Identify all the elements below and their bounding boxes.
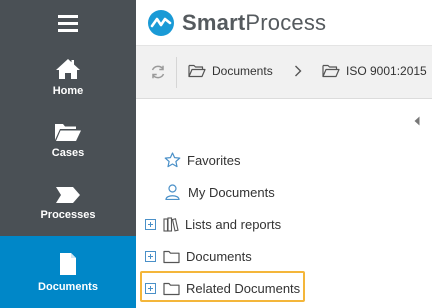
folder-icon [163, 250, 180, 263]
star-icon [164, 152, 181, 168]
top-bar: SmartProcess [136, 0, 432, 46]
nav-label: Cases [51, 147, 85, 159]
tree-item-documents[interactable]: Documents [145, 249, 252, 264]
brand-logo[interactable]: SmartProcess [146, 9, 326, 37]
hamburger-menu-button[interactable] [0, 0, 136, 46]
document-icon [60, 252, 76, 275]
hamburger-icon [58, 15, 78, 32]
folder-open-icon [55, 124, 81, 141]
tree-item-my-documents[interactable]: My Documents [165, 184, 275, 200]
books-icon [163, 217, 179, 232]
user-icon [165, 184, 180, 200]
home-icon [56, 59, 80, 79]
nav-item-documents[interactable]: Documents [0, 236, 136, 308]
collapse-panel-icon[interactable] [414, 116, 420, 126]
breadcrumb-item-documents[interactable]: Documents [188, 64, 273, 78]
breadcrumb-item-iso[interactable]: ISO 9001:2015 [322, 64, 427, 78]
folder-open-icon [188, 64, 206, 78]
document-tree-panel: Favorites My Documents Lists and reports… [136, 99, 432, 308]
nav-item-home[interactable]: Home [0, 46, 136, 109]
tree-item-favorites[interactable]: Favorites [164, 152, 240, 168]
nav-label: Home [52, 85, 84, 97]
process-arrow-icon [56, 187, 80, 203]
divider [176, 57, 177, 88]
breadcrumb-bar: Documents ISO 9001:2015 [136, 46, 432, 99]
nav-label: Processes [40, 209, 96, 221]
brand-name: SmartProcess [182, 10, 327, 35]
nav-item-processes[interactable]: Processes [0, 172, 136, 235]
chevron-right-icon [295, 65, 302, 77]
tree-item-lists-and-reports[interactable]: Lists and reports [145, 217, 281, 232]
logo-mark-icon [148, 10, 174, 36]
expand-icon[interactable] [145, 283, 156, 294]
sidebar: Home Cases Processes Documents [0, 0, 136, 308]
tree-item-related-documents[interactable]: Related Documents [145, 281, 300, 296]
refresh-icon[interactable] [150, 64, 166, 80]
expand-icon[interactable] [145, 219, 156, 230]
folder-open-icon [322, 64, 340, 78]
nav-label: Documents [38, 280, 98, 293]
folder-icon [163, 282, 180, 295]
nav-item-cases[interactable]: Cases [0, 109, 136, 172]
expand-icon[interactable] [145, 251, 156, 262]
